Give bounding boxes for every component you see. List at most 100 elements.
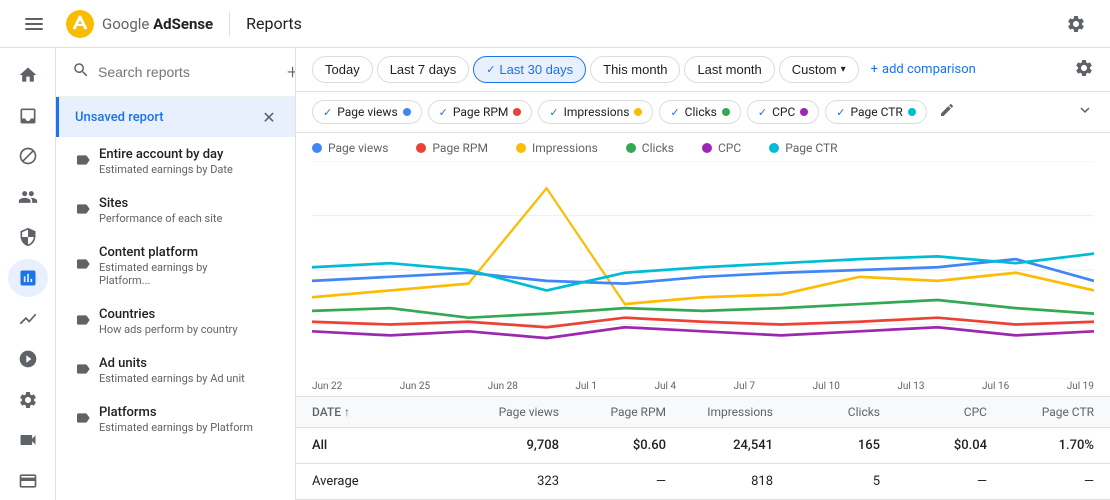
chip-check: ✓ bbox=[670, 106, 679, 119]
edit-metrics-icon[interactable] bbox=[939, 102, 955, 122]
nav-icon-settings[interactable] bbox=[8, 380, 48, 419]
report-item-2[interactable]: Content platform Estimated earnings by P… bbox=[56, 235, 295, 297]
table-header: DATE ↑ Page views Page RPM Impressions C… bbox=[296, 397, 1110, 428]
nav-icon-video[interactable] bbox=[8, 421, 48, 460]
add-report-icon[interactable]: + bbox=[287, 60, 296, 84]
metric-chip-cpc[interactable]: ✓ CPC bbox=[747, 100, 819, 124]
report-item-info: Platforms Estimated earnings by Platform bbox=[99, 405, 261, 434]
col-header-cpc: CPC bbox=[880, 405, 987, 419]
report-item-title: Entire account by day bbox=[99, 147, 261, 162]
search-icon bbox=[72, 61, 90, 83]
report-item-title: Content platform bbox=[99, 245, 261, 260]
report-item-icon bbox=[75, 361, 91, 381]
header: Google AdSense Reports bbox=[0, 0, 1110, 48]
date-cell-average: Average bbox=[312, 474, 452, 489]
report-item-1[interactable]: Sites Performance of each site ⋮ bbox=[56, 186, 295, 235]
search-input[interactable] bbox=[98, 64, 279, 80]
report-item-subtitle: How ads perform by country bbox=[99, 323, 261, 336]
close-icon[interactable]: ✕ bbox=[259, 107, 279, 127]
nav-sidebar bbox=[0, 48, 56, 500]
metric-chips-bar: ✓ Page views ✓ Page RPM ✓ Impressions ✓ … bbox=[296, 92, 1110, 133]
clicks-cell-average: 5 bbox=[773, 474, 880, 489]
line-chart bbox=[312, 161, 1094, 379]
report-item-3[interactable]: Countries How ads perform by country ⋮ bbox=[56, 297, 295, 346]
nav-icon-block[interactable] bbox=[8, 137, 48, 176]
thismonth-filter-btn[interactable]: This month bbox=[590, 56, 680, 83]
custom-filter-btn[interactable]: Custom▾ bbox=[779, 56, 859, 83]
metric-chip-clicks[interactable]: ✓ Clicks bbox=[659, 100, 740, 124]
report-item-info: Content platform Estimated earnings by P… bbox=[99, 245, 261, 287]
report-item-0[interactable]: Entire account by day Estimated earnings… bbox=[56, 137, 295, 186]
nav-icon-people[interactable] bbox=[8, 178, 48, 217]
nav-icon-analytics[interactable] bbox=[8, 299, 48, 338]
report-item-icon bbox=[75, 256, 91, 276]
legend-clicks: Clicks bbox=[626, 141, 674, 155]
metric-chip-page_rpm[interactable]: ✓ Page RPM bbox=[428, 100, 533, 124]
impressions-cell-all: 24,541 bbox=[666, 438, 773, 453]
chip-dot bbox=[800, 108, 808, 116]
settings-icon[interactable] bbox=[1058, 6, 1094, 42]
nav-icon-policy[interactable] bbox=[8, 218, 48, 257]
cpc-cell-all: $0.04 bbox=[880, 438, 987, 453]
chip-label: Impressions bbox=[564, 105, 630, 119]
table-row-average: Average 323 — 818 5 — — bbox=[296, 464, 1110, 500]
report-item-title: Countries bbox=[99, 307, 261, 322]
chip-dot bbox=[403, 108, 411, 116]
report-item-subtitle: Estimated earnings by Platform bbox=[99, 421, 261, 434]
pageviews-cell-average: 323 bbox=[452, 474, 559, 489]
chip-label: Page RPM bbox=[453, 105, 509, 119]
data-table: DATE ↑ Page views Page RPM Impressions C… bbox=[296, 396, 1110, 500]
unsaved-report-item[interactable]: Unsaved report ✕ bbox=[56, 97, 295, 137]
lastmonth-filter-btn[interactable]: Last month bbox=[684, 56, 774, 83]
nav-icon-payments[interactable] bbox=[8, 461, 48, 500]
metric-chip-page_ctr[interactable]: ✓ Page CTR bbox=[825, 100, 927, 124]
metric-chip-impressions[interactable]: ✓ Impressions bbox=[538, 100, 653, 124]
x-axis-labels: Jun 22 Jun 25 Jun 28 Jul 1 Jul 4 Jul 7 J… bbox=[312, 379, 1094, 396]
last7-filter-btn[interactable]: Last 7 days bbox=[377, 56, 470, 83]
chip-label: CPC bbox=[772, 105, 795, 119]
chip-check: ✓ bbox=[439, 106, 448, 119]
report-item-subtitle: Estimated earnings by Date bbox=[99, 163, 261, 176]
col-header-clicks: Clicks bbox=[773, 405, 880, 419]
impressions-cell-average: 818 bbox=[666, 474, 773, 489]
pagerpm-cell-average: — bbox=[559, 474, 666, 489]
pageviews-cell-all: 9,708 bbox=[452, 438, 559, 453]
report-settings-icon[interactable] bbox=[1074, 58, 1094, 82]
logo-text: Google AdSense bbox=[102, 15, 213, 33]
report-item-subtitle: Estimated earnings by Platform... bbox=[99, 261, 261, 287]
col-header-date[interactable]: DATE ↑ bbox=[312, 405, 452, 419]
expand-chart-icon[interactable] bbox=[1076, 101, 1094, 123]
legend-page-rpm: Page RPM bbox=[416, 141, 488, 155]
metric-chip-page_views[interactable]: ✓ Page views bbox=[312, 100, 422, 124]
pagectr-cell-average: — bbox=[987, 474, 1094, 489]
nav-icon-reports[interactable] bbox=[8, 259, 48, 298]
report-item-5[interactable]: Platforms Estimated earnings by Platform… bbox=[56, 395, 295, 444]
last30-filter-btn[interactable]: ✓Last 30 days bbox=[473, 56, 586, 83]
report-item-title: Sites bbox=[99, 196, 261, 211]
google-adsense-logo: Google AdSense bbox=[64, 8, 213, 40]
nav-icon-inbox[interactable] bbox=[8, 97, 48, 136]
body-layout: + Unsaved report ✕ Entire account by day… bbox=[0, 48, 1110, 500]
nav-icon-optimization[interactable] bbox=[8, 340, 48, 379]
chip-label: Page views bbox=[337, 105, 397, 119]
report-item-icon bbox=[75, 152, 91, 172]
chip-dot bbox=[634, 108, 642, 116]
menu-icon[interactable] bbox=[16, 6, 52, 42]
chip-dot bbox=[722, 108, 730, 116]
col-header-pagerpm: Page RPM bbox=[559, 405, 666, 419]
report-item-icon bbox=[75, 410, 91, 430]
chip-dot bbox=[908, 108, 916, 116]
nav-icon-home[interactable] bbox=[8, 56, 48, 95]
add-comparison-btn[interactable]: + add comparison bbox=[871, 62, 976, 77]
col-header-impressions: Impressions bbox=[666, 405, 773, 419]
report-item-icon bbox=[75, 201, 91, 221]
legend-impressions: Impressions bbox=[516, 141, 598, 155]
pagerpm-cell-all: $0.60 bbox=[559, 438, 666, 453]
today-filter-btn[interactable]: Today bbox=[312, 56, 373, 83]
date-cell-all: All bbox=[312, 438, 452, 453]
cpc-cell-average: — bbox=[880, 474, 987, 489]
report-item-4[interactable]: Ad units Estimated earnings by Ad unit ⋮ bbox=[56, 346, 295, 395]
report-list: Entire account by day Estimated earnings… bbox=[56, 137, 295, 444]
pagectr-cell-all: 1.70% bbox=[987, 438, 1094, 453]
report-item-info: Sites Performance of each site bbox=[99, 196, 261, 225]
